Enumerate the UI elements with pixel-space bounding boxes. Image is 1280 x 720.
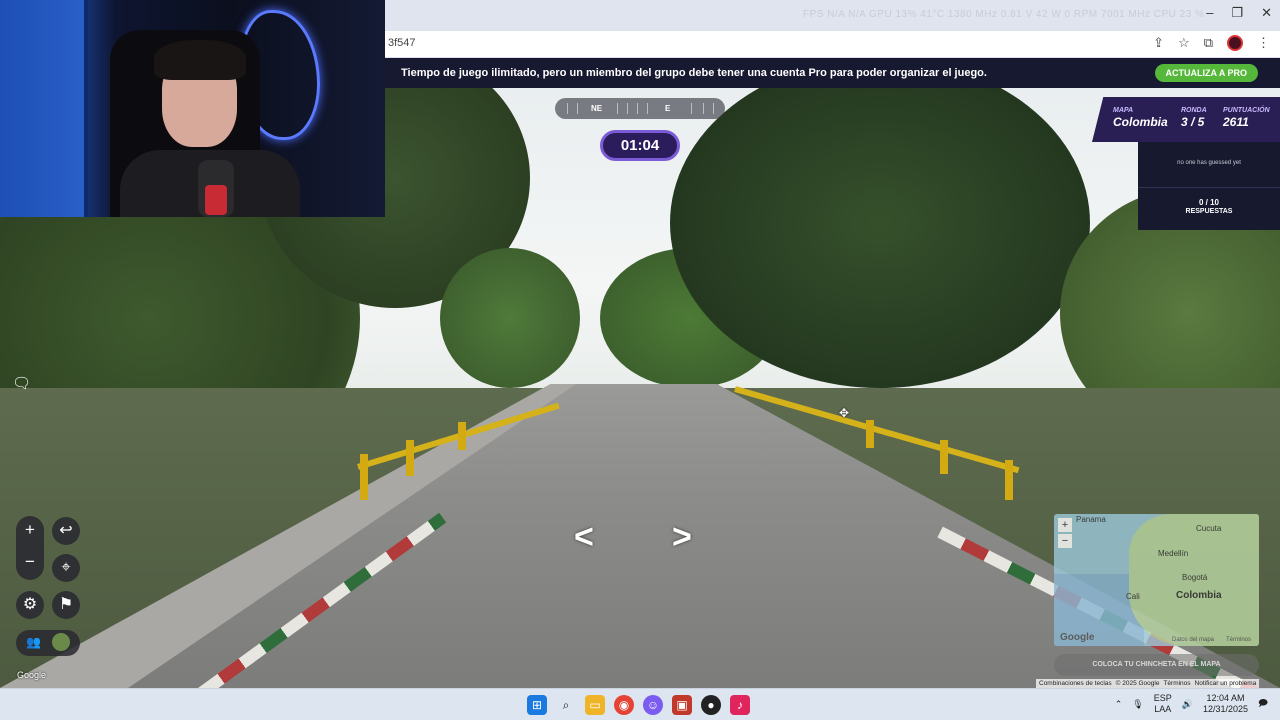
clock[interactable]: 12:04 AM 12/31/2025 bbox=[1203, 693, 1248, 715]
webcam-overlay bbox=[0, 0, 385, 217]
clock-time: 12:04 AM bbox=[1206, 693, 1245, 703]
points-stat: PUNTUACIÓN 2611 bbox=[1223, 107, 1270, 129]
search-icon[interactable]: ⌕ bbox=[556, 695, 576, 715]
chat-icon[interactable]: 🗨 bbox=[12, 374, 31, 392]
map-label-panama: Panama bbox=[1076, 515, 1106, 524]
microphone-icon[interactable]: 🎙 bbox=[1132, 699, 1143, 710]
score-panel: MAPA Colombia RONDA 3 / 5 PUNTUACIÓN 261… bbox=[1092, 97, 1280, 142]
profile-avatar[interactable] bbox=[1227, 35, 1243, 51]
minimap-data-link[interactable]: Datos del mapa bbox=[1172, 637, 1214, 643]
url-text[interactable]: 3f547 bbox=[388, 37, 416, 49]
window-controls: – ❐ ✕ bbox=[1206, 5, 1272, 21]
chrome-icon[interactable]: ◉ bbox=[614, 695, 634, 715]
close-button[interactable]: ✕ bbox=[1261, 5, 1272, 21]
map-label-country: Colombia bbox=[1176, 590, 1222, 601]
obs-icon[interactable]: ● bbox=[701, 695, 721, 715]
language-code: ESP bbox=[1153, 693, 1172, 703]
file-explorer-icon[interactable]: ▭ bbox=[585, 695, 605, 715]
zoom-in-button[interactable]: + bbox=[16, 520, 44, 540]
undo-icon[interactable]: ↩ bbox=[52, 517, 80, 545]
railing-post bbox=[406, 440, 414, 476]
bookmark-star-icon[interactable]: ☆ bbox=[1178, 35, 1190, 51]
map-label-cali: Cali bbox=[1126, 592, 1140, 601]
nav-back-arrow[interactable]: < bbox=[574, 518, 594, 557]
return-to-start-icon[interactable]: ⌖ bbox=[52, 554, 80, 582]
map-label-cucuta: Cucuta bbox=[1196, 524, 1222, 533]
address-bar-actions: ⇪ ☆ ⧉ ⋮ bbox=[1153, 35, 1270, 51]
round-value: 3 / 5 bbox=[1181, 115, 1205, 129]
map-value: Colombia bbox=[1113, 115, 1168, 129]
windows-taskbar: ⊞ ⌕ ▭ ◉ ☺ ▣ ● ♪ ⌃ 🎙 ESP LAA 🔊 12:04 AM 1… bbox=[0, 688, 1280, 720]
guess-status: no one has guessed yet bbox=[1177, 160, 1241, 166]
compass-ne: NE bbox=[591, 104, 603, 113]
tray-chevron-icon[interactable]: ⌃ bbox=[1115, 699, 1123, 710]
microphone-filter bbox=[205, 185, 227, 215]
player-avatar bbox=[52, 633, 70, 651]
railing-post bbox=[866, 420, 874, 448]
map-label-bogota: Bogotá bbox=[1182, 573, 1208, 582]
round-timer: 01:04 bbox=[600, 130, 680, 161]
railing-post bbox=[940, 440, 948, 474]
language-indicator[interactable]: ESP LAA bbox=[1154, 693, 1172, 715]
railing-post bbox=[360, 454, 368, 500]
settings-gear-icon[interactable]: ⚙ bbox=[16, 591, 44, 619]
clock-date: 12/31/2025 bbox=[1202, 704, 1248, 714]
minimap-zoom-out[interactable]: − bbox=[1058, 534, 1072, 548]
browser-titlebar: FPS N/A N/A GPU 13% 41°C 1380 MHz 0.81 V… bbox=[385, 0, 1280, 31]
players-icon: 👥 bbox=[26, 635, 41, 649]
guesses-panel: no one has guessed yet 0 / 10 RESPUESTAS bbox=[1138, 142, 1280, 230]
railing-post bbox=[458, 422, 466, 450]
points-label: PUNTUACIÓN bbox=[1223, 107, 1270, 114]
compass-e: E bbox=[665, 104, 671, 113]
minimap-terms-link[interactable]: Términos bbox=[1226, 637, 1251, 643]
upgrade-pro-button[interactable]: ACTUALIZA A PRO bbox=[1154, 64, 1258, 82]
keyboard-layout: LAA bbox=[1154, 704, 1172, 714]
streamer-hair bbox=[154, 40, 246, 80]
performance-overlay: FPS N/A N/A GPU 13% 41°C 1380 MHz 0.81 V… bbox=[803, 9, 1205, 20]
taskbar-apps: ⊞ ⌕ ▭ ◉ ☺ ▣ ● ♪ bbox=[527, 695, 750, 715]
tab-search-icon[interactable]: ⧉ bbox=[1204, 35, 1213, 51]
map-label-medellin: Medellín bbox=[1158, 549, 1189, 558]
system-tray: ⌃ 🎙 ESP LAA 🔊 12:04 AM 12/31/2025 🗩 bbox=[1115, 693, 1268, 715]
restore-button[interactable]: ❐ bbox=[1231, 5, 1243, 21]
players-toggle[interactable]: 👥 bbox=[16, 630, 80, 656]
responses-count: 0 / 10 bbox=[1198, 198, 1219, 207]
more-menu-icon[interactable]: ⋮ bbox=[1257, 35, 1270, 51]
responses-label: RESPUESTAS bbox=[1185, 208, 1233, 215]
minimize-button[interactable]: – bbox=[1206, 5, 1213, 21]
tiktok-icon[interactable]: ♪ bbox=[730, 695, 750, 715]
start-windows-icon[interactable]: ⊞ bbox=[527, 695, 547, 715]
google-watermark: Google bbox=[17, 670, 47, 680]
move-cursor-icon: ✥ bbox=[839, 406, 850, 420]
pro-banner: Tiempo de juego ilimitado, pero un miemb… bbox=[385, 58, 1280, 88]
round-label: RONDA bbox=[1181, 107, 1207, 114]
minimap-google-logo: Google bbox=[1060, 632, 1095, 643]
recording-app-icon[interactable]: ▣ bbox=[672, 695, 692, 715]
place-pin-button[interactable]: COLOCA TU CHINCHETA EN EL MAPA bbox=[1054, 654, 1259, 676]
banner-message: Tiempo de juego ilimitado, pero un miemb… bbox=[401, 67, 987, 79]
compass: NE E bbox=[555, 98, 725, 119]
railing-post bbox=[1005, 460, 1013, 500]
address-bar[interactable]: 3f547 ⇪ ☆ ⧉ ⋮ bbox=[385, 31, 1280, 58]
zoom-controls: + − bbox=[16, 516, 44, 580]
divider bbox=[1138, 187, 1280, 188]
report-flag-icon[interactable]: ⚑ bbox=[52, 591, 80, 619]
zoom-out-button[interactable]: − bbox=[16, 552, 44, 572]
nav-forward-arrow[interactable]: > bbox=[672, 518, 692, 557]
volume-icon[interactable]: 🔊 bbox=[1182, 699, 1193, 710]
map-stat: MAPA Colombia bbox=[1113, 107, 1168, 129]
map-label: MAPA bbox=[1113, 107, 1134, 114]
tree-mid-left bbox=[440, 248, 580, 388]
minimap-zoom-in[interactable]: + bbox=[1058, 518, 1072, 532]
discord-icon[interactable]: ☺ bbox=[643, 695, 663, 715]
install-app-icon[interactable]: ⇪ bbox=[1153, 35, 1164, 51]
guess-minimap[interactable]: + − Panama Cucuta Medellín Bogotá Cali C… bbox=[1054, 514, 1259, 646]
notifications-icon[interactable]: 🗩 bbox=[1258, 696, 1268, 712]
door bbox=[0, 0, 88, 217]
round-stat: RONDA 3 / 5 bbox=[1181, 107, 1207, 129]
points-value: 2611 bbox=[1223, 115, 1249, 129]
